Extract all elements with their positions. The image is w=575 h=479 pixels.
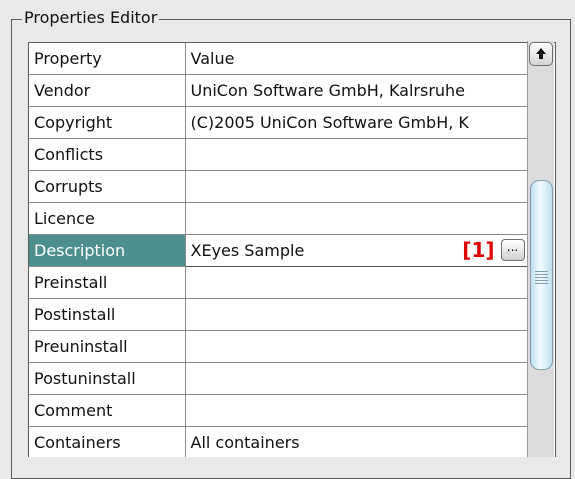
property-name-cell[interactable]: Licence (29, 202, 186, 235)
property-value-cell[interactable] (185, 298, 529, 331)
table-header-row: Property Value (29, 43, 529, 75)
property-name-cell[interactable]: Postinstall (29, 298, 186, 331)
table-row[interactable]: Conflicts (29, 138, 529, 171)
property-value-cell[interactable] (185, 394, 529, 427)
property-name-cell[interactable]: Postuninstall (29, 362, 186, 395)
table-row[interactable]: Corrupts (29, 170, 529, 203)
edit-value-button[interactable]: ... (500, 238, 525, 261)
group-title: Properties Editor (22, 8, 160, 28)
property-value-cell[interactable] (185, 330, 529, 363)
property-name-cell[interactable]: Vendor (29, 74, 186, 107)
table-row[interactable]: Postuninstall (29, 362, 529, 395)
scroll-up-button[interactable] (529, 42, 553, 66)
table-row[interactable]: Licence (29, 202, 529, 235)
properties-table: Property Value Vendor UniCon Software Gm… (28, 42, 556, 457)
property-name-cell[interactable]: Corrupts (29, 170, 186, 203)
grip-icon (535, 271, 548, 286)
property-name-cell[interactable]: Preinstall (29, 266, 186, 299)
property-value-cell[interactable] (185, 138, 529, 171)
property-value-cell[interactable] (185, 170, 529, 203)
arrow-up-icon (536, 48, 546, 59)
table-row-selected[interactable]: Description XEyes Sample [1] ... (29, 233, 529, 267)
table-row[interactable]: Containers All containers (29, 426, 529, 457)
table-row[interactable]: Comment (29, 394, 529, 427)
property-value-cell[interactable]: UniCon Software GmbH, Kalrsruhe (185, 74, 529, 107)
property-value-cell[interactable]: All containers (185, 426, 529, 457)
property-value-cell[interactable] (185, 202, 529, 235)
property-name-cell[interactable]: Comment (29, 394, 186, 427)
table-row[interactable]: Copyright (C)2005 UniCon Software GmbH, … (29, 106, 529, 139)
property-name-cell[interactable]: Description (29, 234, 186, 267)
table-row[interactable]: Preuninstall (29, 330, 529, 363)
property-name-cell[interactable]: Containers (29, 426, 186, 457)
property-name-cell[interactable]: Conflicts (29, 138, 186, 171)
property-value-text: XEyes Sample (190, 240, 305, 260)
property-name-cell[interactable]: Copyright (29, 106, 186, 139)
table-row[interactable]: Vendor UniCon Software GmbH, Kalrsruhe (29, 74, 529, 107)
column-header-property[interactable]: Property (29, 43, 186, 75)
vertical-scrollbar[interactable] (527, 41, 554, 457)
property-value-cell[interactable]: (C)2005 UniCon Software GmbH, K (185, 106, 529, 139)
property-value-cell[interactable] (185, 362, 529, 395)
property-name-cell[interactable]: Preuninstall (29, 330, 186, 363)
table-row[interactable]: Postinstall (29, 298, 529, 331)
property-value-editor[interactable]: XEyes Sample [1] ... (184, 233, 529, 267)
table-row[interactable]: Preinstall (29, 266, 529, 299)
annotation-marker: [1] (462, 237, 495, 262)
scroll-thumb[interactable] (530, 180, 553, 370)
property-value-cell[interactable] (185, 266, 529, 299)
column-header-value[interactable]: Value (185, 43, 529, 75)
